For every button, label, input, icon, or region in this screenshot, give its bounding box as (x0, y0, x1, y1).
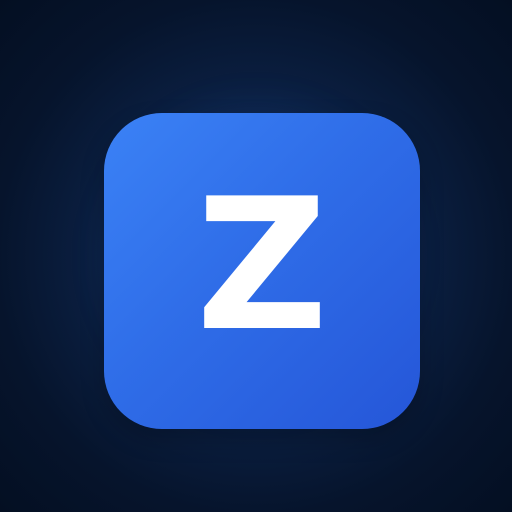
app-icon-letter: Z (196, 159, 328, 371)
app-icon[interactable]: Z (104, 113, 420, 429)
app-icon-canvas: Z (0, 0, 512, 512)
